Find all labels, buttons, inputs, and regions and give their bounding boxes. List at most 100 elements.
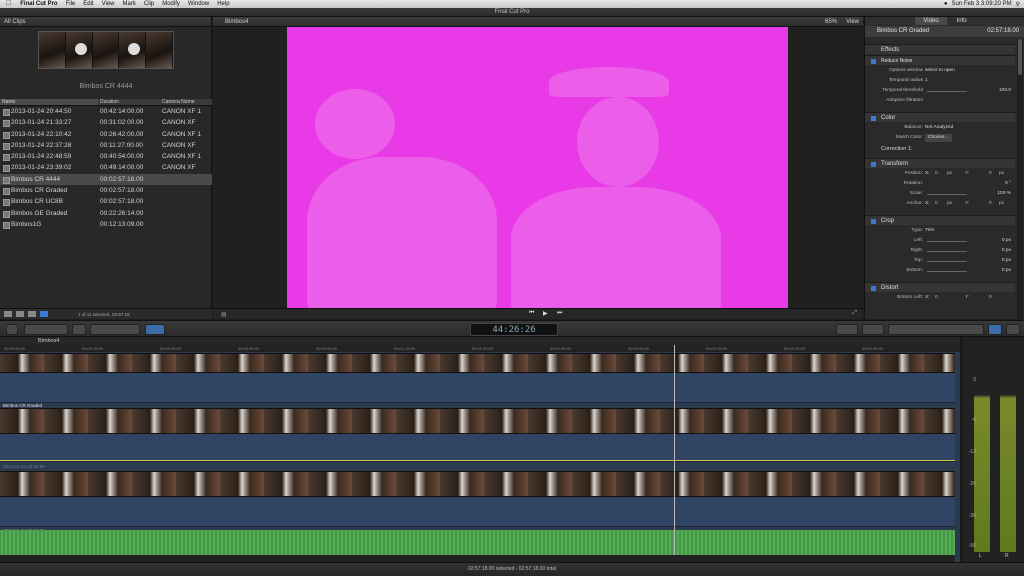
clip-row[interactable]: 2013-01-24 23:39:02 00:49:14:00.00 CANON X… xyxy=(0,162,212,173)
crop-slider[interactable] xyxy=(927,271,967,272)
view-options-icon[interactable]: ▤ xyxy=(221,311,227,318)
timeline-scrollbar[interactable] xyxy=(0,555,955,562)
select-tool-button[interactable] xyxy=(145,324,165,335)
edit-mode-buttons[interactable] xyxy=(90,324,140,335)
apple-icon[interactable]:  xyxy=(0,0,16,8)
param-adaptive-filtration[interactable]: Adaptive filtration xyxy=(865,96,1015,106)
effects-header[interactable]: Effects xyxy=(865,44,1015,54)
next-frame-icon[interactable]: ⏭ xyxy=(557,310,562,317)
list-view-icon[interactable] xyxy=(28,311,36,317)
clip-row[interactable]: 2013-01-24 22:48:59 00:40:54:00.00 CANON X… xyxy=(0,151,212,162)
crop-type[interactable]: Type: Trim xyxy=(865,226,1015,236)
browser-buttons[interactable] xyxy=(888,324,984,335)
menu-app[interactable]: Final Cut Pro xyxy=(16,0,61,8)
edit-tools-button[interactable] xyxy=(24,324,68,335)
crop-slider[interactable] xyxy=(927,251,967,252)
transform-scale[interactable]: Scale: 100 % xyxy=(865,189,1015,199)
color-header[interactable]: Color xyxy=(865,112,1015,122)
menu-window[interactable]: Window xyxy=(184,0,213,8)
timeline-ruler[interactable]: 00:00:00:00 00:00:15:00 00:00:30:00 00:00:4… xyxy=(0,345,960,352)
param-options-window[interactable]: Options window select to open xyxy=(865,66,1015,76)
view-menu[interactable]: View xyxy=(846,17,859,27)
clock[interactable]: Sun Feb 3 3:09:20 PM xyxy=(952,1,1012,7)
crop-left[interactable]: Left: 0 px xyxy=(865,236,1015,246)
timeline[interactable]: Bimbos4 00:00:00:00 00:00:15:00 00:00:30:0… xyxy=(0,337,960,562)
crop-right[interactable]: Right: 0 px xyxy=(865,246,1015,256)
tab-video[interactable]: Video xyxy=(915,17,947,25)
x-value[interactable]: 0 xyxy=(935,199,938,209)
menu-help[interactable]: Help xyxy=(213,0,233,8)
clip-row[interactable]: Bimbos GE Graded 00:22:26:14.00 xyxy=(0,208,212,219)
clip-row[interactable]: 2013-01-24 22:10:42 00:26:42:00.00 CANON X… xyxy=(0,129,212,140)
inspector-scrollbar[interactable] xyxy=(1017,39,1023,319)
clip-row[interactable]: 2013-01-24 20:44:50 00:42:14:00.00 CANON X… xyxy=(0,106,212,117)
param-value[interactable]: Trim xyxy=(925,226,934,236)
transform-anchor[interactable]: Anchor: X: 0 px Y: 0 px xyxy=(865,199,1015,209)
list-mode-icon[interactable] xyxy=(40,311,48,317)
clip-row[interactable]: 2013-01-24 21:33:27 00:31:02:00.00 CANON X… xyxy=(0,117,212,128)
transform-position[interactable]: Position: X: 0 px Y: 0 px xyxy=(865,169,1015,179)
param-value[interactable]: 100 % xyxy=(997,189,1011,199)
fullscreen-icon[interactable]: ⤢ xyxy=(852,310,857,317)
clip-filmstrip-1[interactable] xyxy=(0,353,955,373)
y-value[interactable]: 0 xyxy=(989,199,992,209)
settings-icon[interactable] xyxy=(16,311,24,317)
distort-bottom-left[interactable]: Bottom Left: X: 0 Y: 0 xyxy=(865,293,1015,303)
column-duration[interactable]: Duration xyxy=(98,99,160,105)
event-thumbnail[interactable] xyxy=(38,31,174,69)
menu-edit[interactable]: Edit xyxy=(79,0,97,8)
crop-bottom[interactable]: Bottom: 0 px xyxy=(865,266,1015,276)
param-value[interactable]: 0 px xyxy=(1002,236,1011,246)
zoom-level[interactable]: 65% xyxy=(825,17,837,27)
param-value[interactable]: 1 xyxy=(925,76,928,86)
transform-rotation[interactable]: Rotation: 0 ° xyxy=(865,179,1015,189)
library-header[interactable]: All Clips xyxy=(0,17,211,27)
param-temporal-radius[interactable]: Temporal radius 1 xyxy=(865,76,1015,86)
y-value[interactable]: 0 xyxy=(989,169,992,179)
menu-clip[interactable]: Clip xyxy=(140,0,158,8)
clip-filmstrip-3[interactable] xyxy=(0,471,955,497)
column-name[interactable]: Name xyxy=(0,99,98,105)
clip-audio-3[interactable] xyxy=(0,497,955,527)
threshold-slider[interactable] xyxy=(927,91,967,92)
param-temporal-threshold[interactable]: Temporal threshold 100.0 xyxy=(865,86,1015,96)
y-value[interactable]: 0 xyxy=(989,293,992,303)
column-camera[interactable]: Camera Name xyxy=(160,99,212,105)
clip-row[interactable]: Bimbos1G 00:12:13:09.00 xyxy=(0,219,212,230)
clip-filmstrip-2[interactable] xyxy=(0,408,955,434)
scale-slider[interactable] xyxy=(927,194,967,195)
clip-audio-2[interactable] xyxy=(0,434,955,462)
project-library-button[interactable] xyxy=(6,324,18,335)
playhead[interactable] xyxy=(674,345,675,562)
param-value[interactable]: select to open xyxy=(925,66,955,76)
transform-header[interactable]: Transform xyxy=(865,158,1015,168)
enhancements-button[interactable] xyxy=(836,324,858,335)
clip-row[interactable]: Bimbos CR 4444 00:02:57:18.00 xyxy=(0,173,212,186)
spotlight-icon[interactable]: ⚲ xyxy=(1016,1,1020,8)
video-frame[interactable] xyxy=(287,27,788,308)
keyword-button[interactable] xyxy=(72,324,86,335)
menu-mark[interactable]: Mark xyxy=(119,0,140,8)
clip-row[interactable]: Bimbos CR UC8B 00:02:57:18.00 xyxy=(0,196,212,207)
distort-header[interactable]: Distort xyxy=(865,282,1015,292)
param-value[interactable]: 0 px xyxy=(1002,246,1011,256)
filmstrip-view-icon[interactable] xyxy=(4,311,12,317)
crop-slider[interactable] xyxy=(927,261,967,262)
menu-view[interactable]: View xyxy=(98,0,119,8)
previous-frame-icon[interactable]: ⏮ xyxy=(529,310,534,317)
clip-row[interactable]: Bimbos CR Graded 00:02:57:18.00 xyxy=(0,185,212,196)
crop-header[interactable]: Crop xyxy=(865,215,1015,225)
wifi-icon[interactable]: ● xyxy=(944,1,948,7)
crop-slider[interactable] xyxy=(927,241,967,242)
timecode-display[interactable]: 44:26:26 xyxy=(470,323,558,336)
param-value[interactable]: 0 px xyxy=(1002,266,1011,276)
audio-waveform[interactable] xyxy=(0,530,955,555)
choose-button[interactable]: Choose... xyxy=(925,134,952,142)
menu-modify[interactable]: Modify xyxy=(158,0,184,8)
param-value[interactable]: 0 ° xyxy=(1005,179,1011,189)
retime-button[interactable] xyxy=(862,324,884,335)
crop-top[interactable]: Top: 0 px xyxy=(865,256,1015,266)
correction-row[interactable]: Correction 1: xyxy=(865,144,1015,154)
x-value[interactable]: 0 xyxy=(935,169,938,179)
x-value[interactable]: 0 xyxy=(935,293,938,303)
